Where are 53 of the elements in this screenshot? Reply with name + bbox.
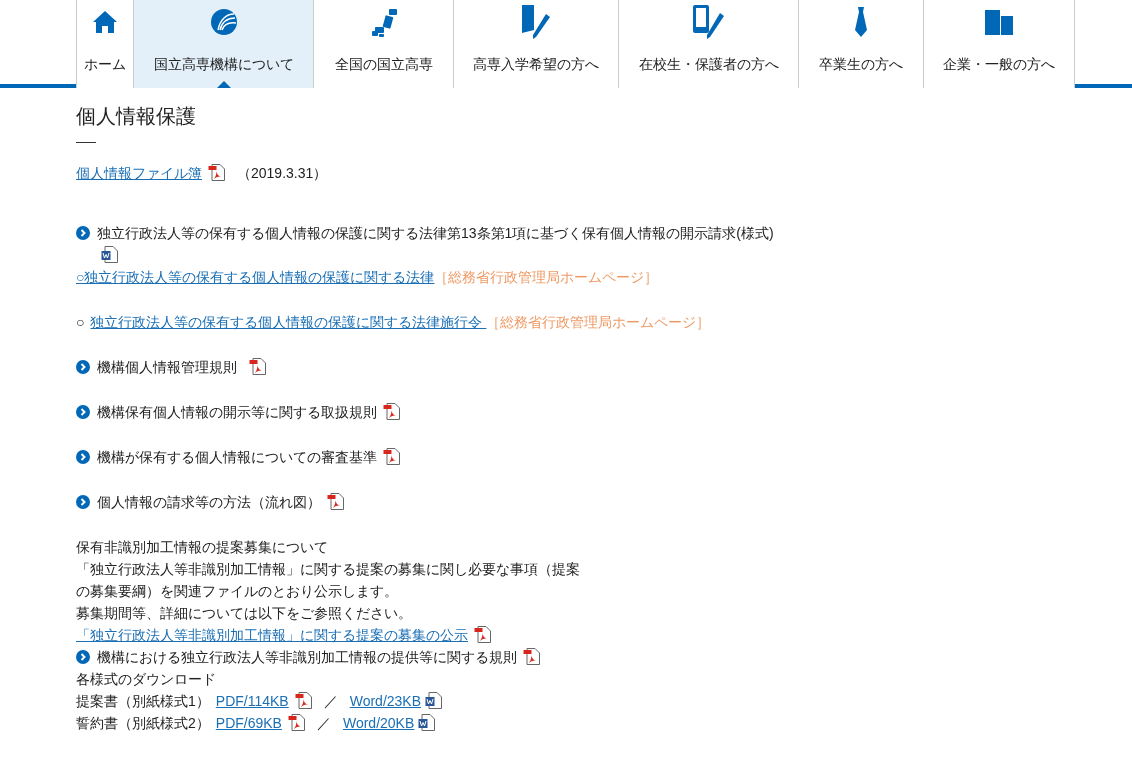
body-text: 誓約書（別紙様式2） xyxy=(76,715,210,731)
pdf-file-icon xyxy=(383,403,400,420)
separator-text: ／ xyxy=(316,715,331,731)
body-text: 提案書（別紙様式1） xyxy=(76,693,210,709)
source-note: ［総務省行政管理局ホームページ］ xyxy=(486,314,711,330)
nav-tab[interactable]: 企業・一般の方へ xyxy=(923,0,1075,88)
pdf-file-icon xyxy=(327,493,344,510)
document-link[interactable]: ○独立行政法人等の保有する個人情報の保護に関する法律 xyxy=(76,269,435,285)
pdf-file-icon xyxy=(294,692,312,709)
logo-icon xyxy=(209,8,238,36)
document-link[interactable]: PDF/114KB xyxy=(215,693,289,709)
phone-pencil-icon xyxy=(691,4,726,40)
pdf-file-icon xyxy=(523,648,540,665)
document-link[interactable]: 個人情報ファイル簿 xyxy=(76,165,202,181)
pdf-file-icon xyxy=(474,626,491,643)
nav-tab[interactable]: 全国の国立高専 xyxy=(313,0,453,88)
pdf-file-icon xyxy=(383,448,400,465)
body-text: 個人情報の請求等の方法（流れ図） xyxy=(97,494,321,510)
body-text: 保有非識別加工情報の提案募集について xyxy=(76,539,328,555)
body-text: 機構が保有する個人情報についての審査基準 xyxy=(97,449,377,465)
document-link[interactable]: Word/20KB xyxy=(342,715,415,731)
selected-indicator xyxy=(216,81,231,88)
document-link[interactable]: Word/23KB xyxy=(349,693,422,709)
document-link[interactable]: PDF/69KB xyxy=(215,715,282,731)
body-text: 機構保有個人情報の開示等に関する取扱規則 xyxy=(97,404,377,420)
body-text: 機構個人情報管理規則 xyxy=(97,359,237,375)
word-file-icon xyxy=(101,246,118,263)
paragraph-text: 「独立行政法人等非識別加工情報」に関する提案の募集に関し必要な事項（提案の募集要綱）を関連ファイルのとおり公示します。 xyxy=(76,561,580,599)
nav-tab[interactable]: 高専入学希望の方へ xyxy=(453,0,618,88)
word-file-icon xyxy=(425,692,443,709)
body-text: 独立行政法人等の保有する個人情報の保護に関する法律第13条第1項に基づく保有個人情報の開示請求(様式) xyxy=(97,225,774,241)
nav-tab[interactable]: ホーム xyxy=(76,0,133,88)
buildings-icon xyxy=(984,9,1014,35)
body-text: 募集期間等、詳細については以下をご参照ください。 xyxy=(76,605,412,621)
word-file-icon xyxy=(418,714,436,731)
nav-tab[interactable]: 在校生・保護者の方へ xyxy=(618,0,798,88)
pdf-file-icon xyxy=(249,358,266,375)
home-icon xyxy=(92,10,118,34)
body-text: 機構における独立行政法人等非識別加工情報の提供等に関する規則 xyxy=(97,649,517,665)
book-pencil-icon xyxy=(520,4,552,40)
nav-tab[interactable]: 国立高専機構について xyxy=(133,0,313,88)
date-text: （2019.3.31） xyxy=(237,165,328,181)
pdf-file-icon xyxy=(208,164,225,181)
source-note: ［総務省行政管理局ホームページ］ xyxy=(434,269,659,285)
page-title: 個人情報保護 xyxy=(76,104,196,129)
body-text: ○ xyxy=(76,314,85,330)
separator-text: ／ xyxy=(323,693,338,709)
document-link[interactable]: 「独立行政法人等非識別加工情報」に関する提案の募集の公示 xyxy=(76,627,468,643)
body-text: 各様式のダウンロード xyxy=(76,671,216,687)
nav-tab[interactable]: 卒業生の方へ xyxy=(798,0,923,88)
pdf-file-icon xyxy=(287,714,305,731)
document-link[interactable]: 独立行政法人等の保有する個人情報の保護に関する法律施行令 xyxy=(90,314,487,330)
necktie-icon xyxy=(854,6,868,38)
